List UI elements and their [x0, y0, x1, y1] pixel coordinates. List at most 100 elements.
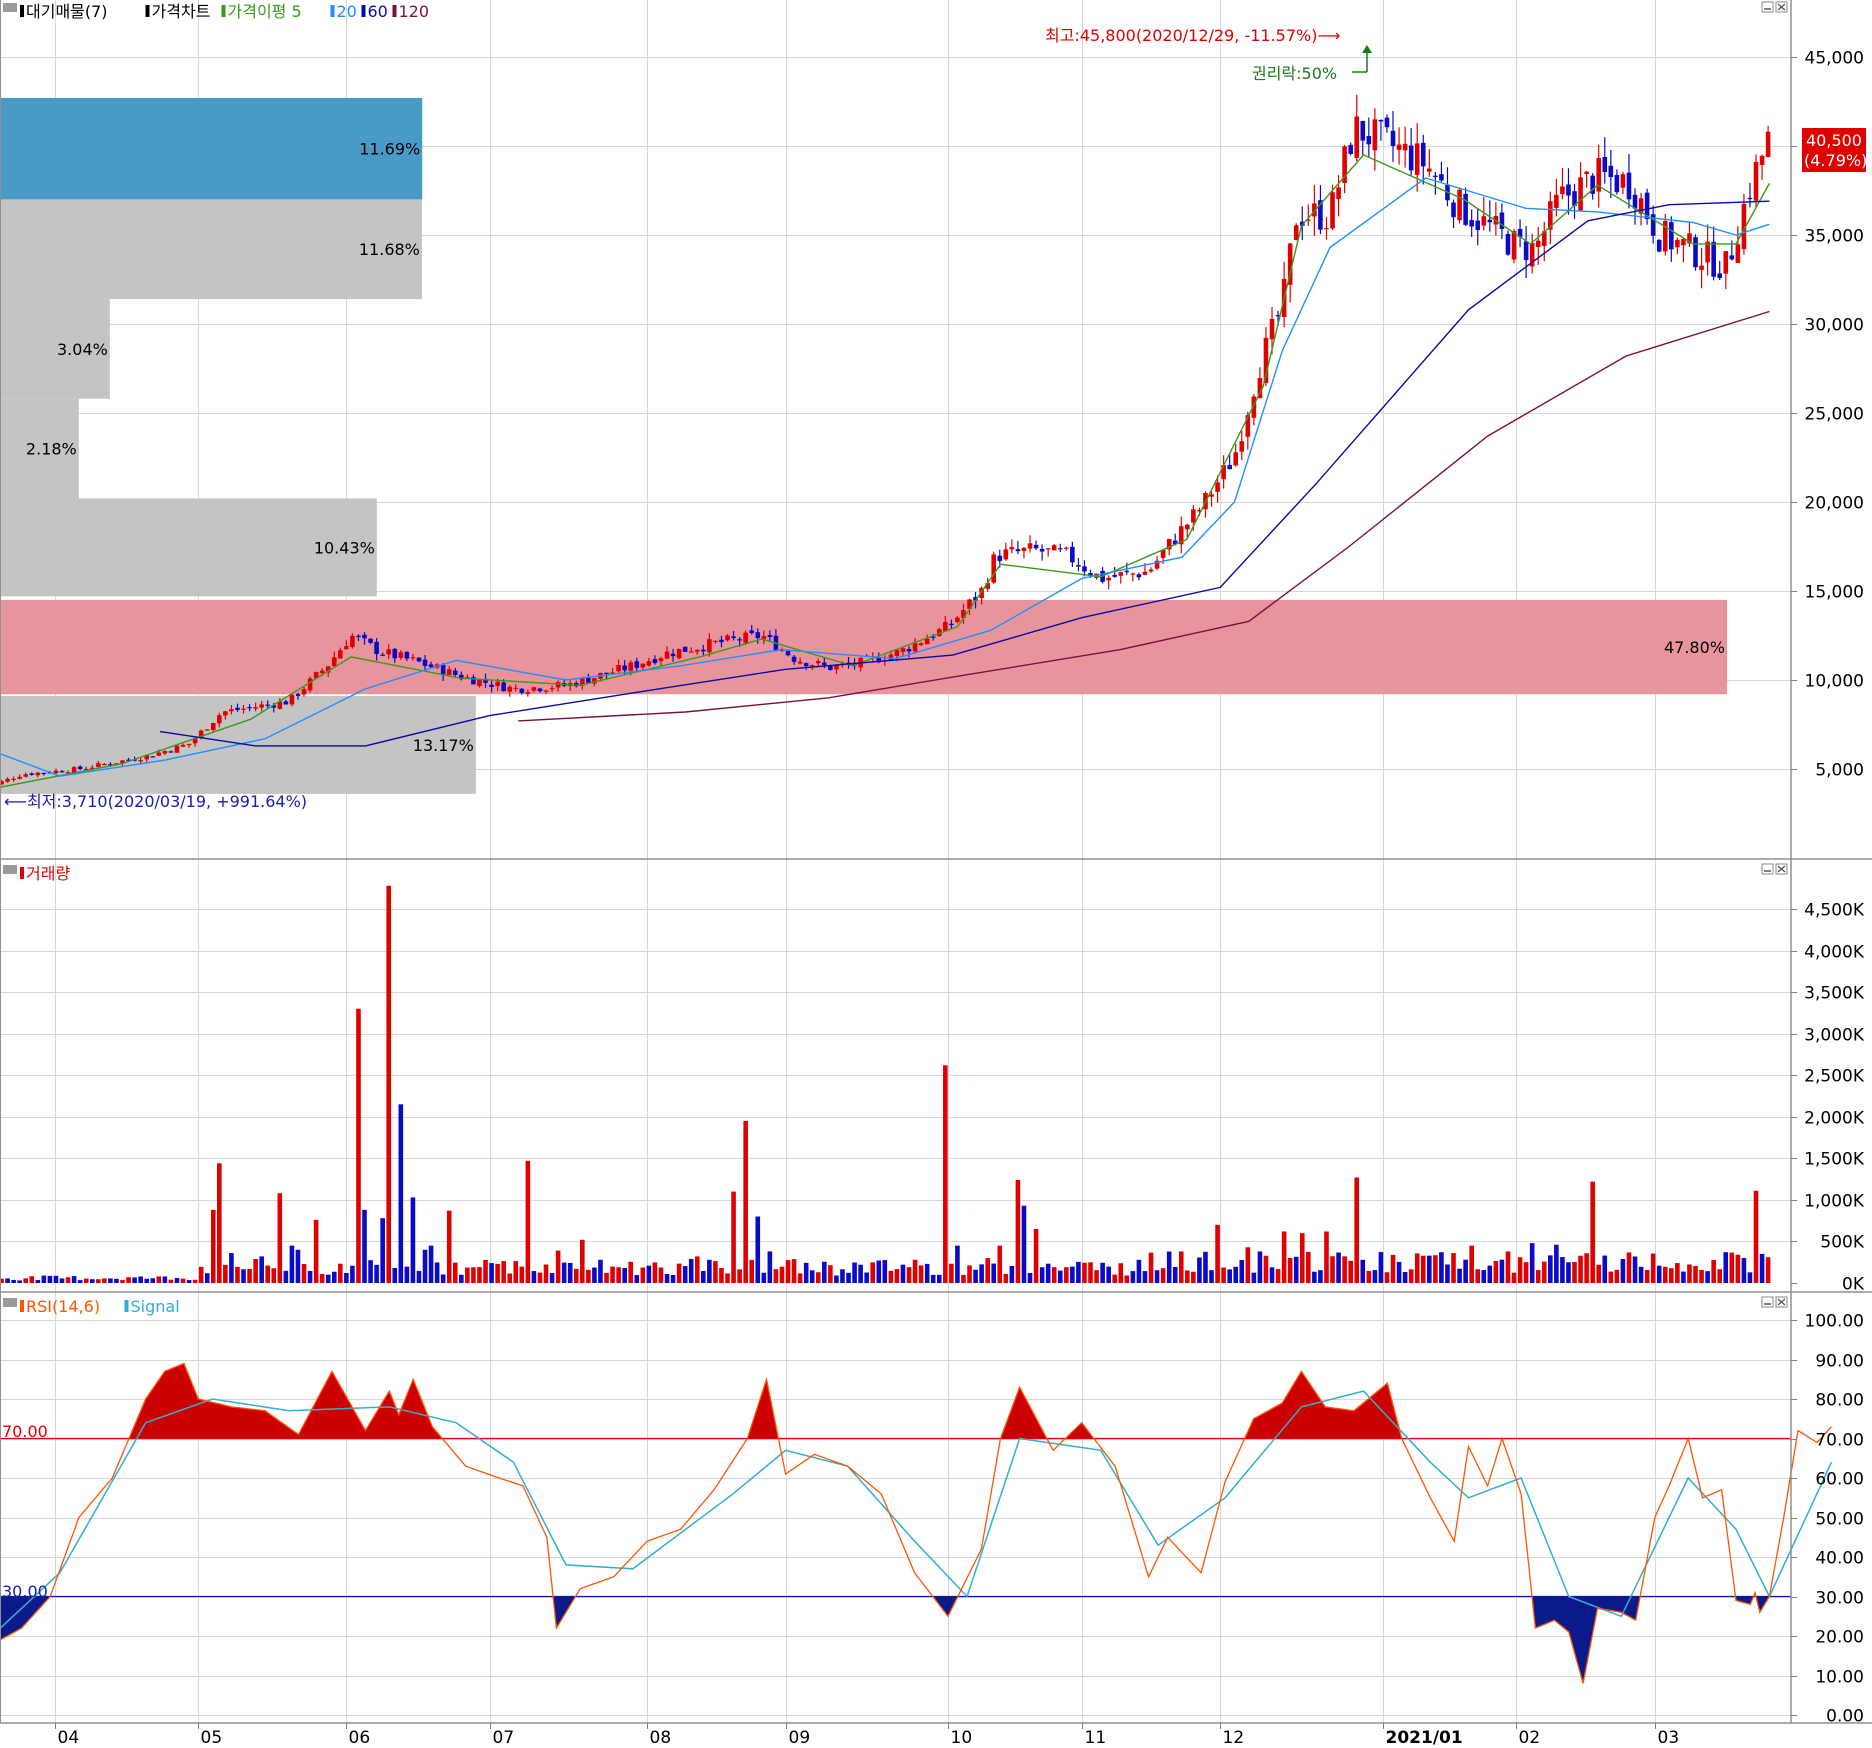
candle-body — [719, 639, 724, 643]
candle-body — [785, 650, 791, 656]
last-price-badge: 40,500 (4.79%) — [1802, 128, 1867, 172]
candle-body — [1408, 145, 1414, 171]
volume-bar — [53, 1275, 59, 1283]
volume-bar — [162, 1276, 168, 1283]
volume-bar — [428, 1245, 434, 1283]
volume-bar — [1729, 1252, 1735, 1283]
volume-bar — [870, 1262, 876, 1283]
volume-bar — [96, 1279, 101, 1283]
volume-profile-label: 2.18% — [26, 440, 77, 459]
x-tick-label: 03 — [1658, 1728, 1680, 1748]
volume-bar — [489, 1263, 494, 1283]
volume-bar — [1330, 1256, 1335, 1283]
volume-bar — [743, 1120, 748, 1283]
candle-body — [283, 701, 289, 705]
volume-bar — [29, 1276, 35, 1283]
volume-bar — [71, 1276, 77, 1283]
last-price: 40,500 — [1806, 131, 1862, 150]
close-icon[interactable] — [1775, 1, 1788, 13]
price-tick-label: 5,000 — [1815, 761, 1864, 781]
candle-body — [640, 663, 646, 668]
x-tick-label: 10 — [951, 1728, 973, 1748]
candle-body — [247, 707, 252, 709]
candle-body — [688, 651, 694, 653]
close-icon[interactable] — [1775, 863, 1788, 875]
volume-bar — [1384, 1272, 1390, 1283]
volume-bar — [622, 1267, 627, 1283]
candle-body — [1106, 577, 1111, 581]
volume-bar — [1735, 1254, 1741, 1283]
volume-bar — [350, 1265, 355, 1283]
volume-bar — [1687, 1264, 1692, 1283]
candle-body — [701, 649, 706, 652]
candle-body — [1390, 130, 1396, 146]
volume-bar — [1554, 1244, 1559, 1283]
candle-body — [180, 744, 186, 747]
x-tick-label: 05 — [201, 1728, 223, 1748]
volume-bar — [979, 1264, 984, 1283]
candle-body — [1239, 441, 1245, 452]
candle-body — [1554, 194, 1559, 208]
close-icon[interactable] — [1775, 1296, 1788, 1308]
volume-bar — [694, 1256, 700, 1283]
volume-bar — [295, 1249, 301, 1283]
volume-bar — [573, 1268, 579, 1283]
volume-bar — [1269, 1267, 1275, 1283]
candle-body — [223, 711, 228, 716]
volume-bar — [459, 1274, 464, 1283]
candle-body — [943, 621, 948, 632]
volume-bar — [386, 885, 392, 1283]
volume-bar — [822, 1261, 827, 1283]
volume-bar — [785, 1260, 791, 1283]
legend-marker — [221, 5, 226, 17]
candle-body — [1505, 233, 1511, 255]
candle-body — [1366, 135, 1372, 145]
volume-bar — [204, 1273, 210, 1283]
rsi-tick-label: 0.00 — [1826, 1707, 1864, 1727]
candle-body — [815, 661, 821, 664]
price-tick-label: 20,000 — [1805, 494, 1864, 514]
candle-body — [374, 641, 379, 655]
candle-body — [1057, 548, 1063, 550]
volume-bar — [731, 1191, 736, 1283]
candle-body — [1620, 174, 1626, 188]
volume-bar — [440, 1274, 446, 1283]
volume-bar — [761, 1272, 767, 1283]
candle-body — [265, 704, 271, 706]
candle-body — [5, 778, 10, 782]
candle-body — [1015, 549, 1021, 552]
volume-bar — [319, 1274, 325, 1283]
volume-bar — [1348, 1260, 1353, 1283]
volume-bar — [344, 1273, 349, 1283]
volume-bar — [1118, 1263, 1124, 1283]
minimize-icon[interactable] — [1761, 1296, 1774, 1308]
volume-profile-label: 11.69% — [359, 140, 420, 159]
volume-tick-label: 4,500K — [1804, 901, 1865, 921]
volume-bar — [1263, 1255, 1269, 1283]
volume-bar — [1064, 1267, 1069, 1283]
volume-bar — [1154, 1270, 1160, 1283]
volume-bar — [410, 1197, 416, 1283]
candle-body — [1560, 186, 1565, 195]
candle-body — [241, 708, 246, 710]
candle-body — [446, 669, 452, 675]
candle-body — [489, 684, 494, 687]
minimize-icon[interactable] — [1761, 863, 1774, 875]
candle-body — [1148, 569, 1154, 572]
volume-bar — [35, 1280, 41, 1283]
volume-bar — [1632, 1256, 1638, 1283]
candle-body — [797, 661, 803, 664]
candle-body — [1656, 239, 1662, 252]
volume-bar — [1493, 1260, 1499, 1283]
candle-body — [809, 665, 815, 667]
volume-bar — [483, 1259, 488, 1283]
volume-bar — [900, 1264, 906, 1283]
candle-body — [1360, 120, 1366, 141]
x-tick-label: 06 — [349, 1728, 371, 1748]
legend-marker — [124, 1300, 129, 1312]
volume-bar — [1100, 1262, 1105, 1283]
minimize-icon[interactable] — [1761, 1, 1774, 13]
candle-body — [1160, 549, 1166, 558]
volume-bar — [271, 1268, 277, 1283]
x-tick-label: 11 — [1085, 1728, 1107, 1748]
